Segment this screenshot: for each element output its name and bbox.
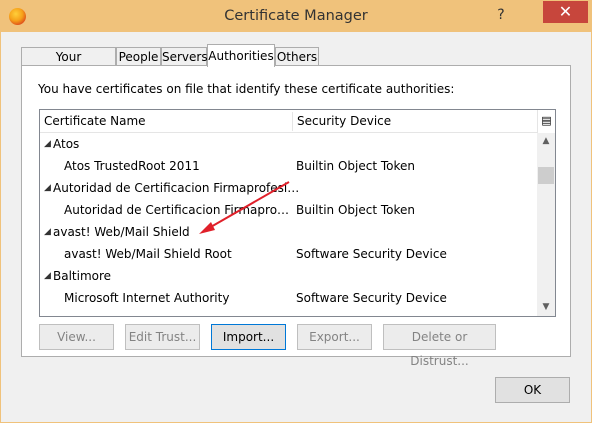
certificate-name: Microsoft Internet Authority xyxy=(64,291,230,305)
group-name: Autoridad de Certificacion Firmaprofesio… xyxy=(53,181,305,195)
scroll-down-icon[interactable]: ▼ xyxy=(537,299,555,316)
help-icon[interactable]: ? xyxy=(493,5,509,25)
table-row[interactable]: ◢ Autoridad de Certificacion Firmaprofes… xyxy=(40,177,537,199)
certificate-name: avast! Web/Mail Shield Root xyxy=(64,247,232,261)
export-button[interactable]: Export... xyxy=(297,324,372,350)
tab-servers[interactable]: Servers xyxy=(161,47,208,66)
intro-text: You have certificates on file that ident… xyxy=(38,82,455,96)
tab-people[interactable]: People xyxy=(116,47,161,66)
table-row[interactable]: Atos TrustedRoot 2011 Builtin Object Tok… xyxy=(40,155,537,177)
dialog-body: Your Certificates People Servers Authori… xyxy=(8,32,584,416)
table-row[interactable]: Autoridad de Certificacion Firmaprofesio… xyxy=(40,199,537,221)
table-row[interactable]: ◢ Atos xyxy=(40,133,537,155)
authorities-panel: You have certificates on file that ident… xyxy=(21,65,571,368)
collapse-icon[interactable]: ◢ xyxy=(44,133,51,155)
tab-others[interactable]: Others xyxy=(275,47,319,66)
table-row[interactable]: Microsoft Internet Authority Software Se… xyxy=(40,287,537,309)
security-device: Builtin Object Token xyxy=(296,203,416,217)
table-row[interactable]: avast! Web/Mail Shield Root Software Sec… xyxy=(40,243,537,265)
collapse-icon[interactable]: ◢ xyxy=(44,221,51,243)
group-name: Atos xyxy=(53,137,80,151)
import-button[interactable]: Import... xyxy=(211,324,286,350)
column-picker-icon[interactable]: ▤ xyxy=(537,110,555,133)
table-row[interactable]: ◢ avast! Web/Mail Shield xyxy=(40,221,537,243)
certificate-tree[interactable]: Certificate Name Security Device ▤ ◢ Ato… xyxy=(39,109,556,317)
security-device: Software Security Device xyxy=(296,247,447,261)
title-bar: Certificate Manager ? ✕ xyxy=(1,1,591,32)
certificate-manager-window: Certificate Manager ? ✕ Your Certificate… xyxy=(0,0,592,423)
scroll-up-icon[interactable]: ▲ xyxy=(537,133,555,150)
tab-your-certificates[interactable]: Your Certificates xyxy=(21,47,116,82)
table-header: Certificate Name Security Device xyxy=(40,110,537,133)
table-body: ◢ Atos Atos TrustedRoot 2011 Builtin Obj… xyxy=(40,133,537,309)
security-device: Software Security Device xyxy=(296,291,447,305)
column-header-security-device[interactable]: Security Device xyxy=(293,110,391,133)
collapse-icon[interactable]: ◢ xyxy=(44,265,51,287)
group-name: avast! Web/Mail Shield xyxy=(53,225,190,239)
column-header-certificate-name[interactable]: Certificate Name xyxy=(40,110,146,133)
certificate-name: Autoridad de Certificacion Firmaprofesio… xyxy=(64,203,292,217)
view-button[interactable]: View... xyxy=(39,324,114,350)
delete-or-distrust-button[interactable]: Delete or Distrust... xyxy=(383,324,496,368)
edit-trust-button[interactable]: Edit Trust... xyxy=(125,324,200,350)
table-row[interactable]: ◢ Baltimore xyxy=(40,265,537,287)
vertical-scrollbar[interactable]: ▲ ▼ xyxy=(537,133,555,316)
security-device: Builtin Object Token xyxy=(296,159,416,173)
tab-authorities[interactable]: Authorities xyxy=(207,44,275,67)
scrollbar-thumb[interactable] xyxy=(538,167,554,184)
ok-button[interactable]: OK xyxy=(495,377,570,403)
group-name: Baltimore xyxy=(53,269,112,283)
collapse-icon[interactable]: ◢ xyxy=(44,177,51,199)
close-icon[interactable]: ✕ xyxy=(543,1,588,23)
certificate-name: Atos TrustedRoot 2011 xyxy=(64,159,200,173)
